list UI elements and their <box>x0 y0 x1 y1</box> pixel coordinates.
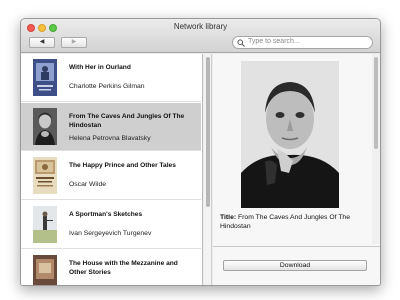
book-row[interactable]: With Her in Ourland Charlotte Perkins Gi… <box>21 54 201 102</box>
detail-scrollbar-thumb[interactable] <box>374 57 378 149</box>
window-title: Network library <box>173 22 228 31</box>
book-list[interactable]: With Her in Ourland Charlotte Perkins Gi… <box>21 54 203 285</box>
book-row[interactable]: A Sportman's Sketches Ivan Sergeyevich T… <box>21 201 201 249</box>
book-cover-image <box>33 157 57 194</box>
search-field[interactable]: Type to search... <box>232 36 373 49</box>
download-button[interactable]: Download <box>223 260 367 271</box>
book-row[interactable]: The Happy Prince and Other Tales Oscar W… <box>21 152 201 200</box>
book-cover-image <box>33 206 57 243</box>
book-row[interactable]: The House with the Mezzanine and Other S… <box>21 250 201 285</box>
book-title: From The Caves And Jungles Of The Hindos… <box>69 113 185 129</box>
search-icon <box>237 39 245 47</box>
title-bar: Network library ◀ ▶ Type to search... <box>21 19 380 53</box>
book-row-selected[interactable]: From The Caves And Jungles Of The Hindos… <box>21 103 201 151</box>
book-cover-image <box>33 255 57 285</box>
detail-title-label: Title: <box>220 214 237 221</box>
back-button[interactable]: ◀ <box>29 37 55 48</box>
detail-title: Title: From The Caves And Jungles Of The… <box>220 213 368 231</box>
list-scrollbar-thumb[interactable] <box>206 57 210 207</box>
library-window: Network library ◀ ▶ Type to search... Wi… <box>20 18 381 286</box>
book-cover-image <box>33 59 57 96</box>
author-portrait-thumbnail <box>33 108 57 145</box>
book-author: Oscar Wilde <box>69 181 107 188</box>
book-title: A Sportman's Sketches <box>69 211 143 218</box>
detail-title-value: From The Caves And Jungles Of The Hindos… <box>220 214 350 230</box>
detail-panel: Title: From The Caves And Jungles Of The… <box>213 54 380 285</box>
forward-button[interactable]: ▶ <box>61 37 87 48</box>
book-title: The House with the Mezzanine and Other S… <box>69 260 178 276</box>
search-input[interactable]: Type to search... <box>248 38 300 45</box>
book-author: Ivan Sergeyevich Turgenev <box>69 230 152 237</box>
author-portrait-image <box>241 61 339 208</box>
divider <box>213 246 380 247</box>
book-title: The Happy Prince and Other Tales <box>69 162 176 169</box>
book-author: Helena Petrovna Blavatsky <box>69 135 151 142</box>
book-author: Charlotte Perkins Gilman <box>69 83 145 90</box>
book-title: With Her in Ourland <box>69 64 131 71</box>
